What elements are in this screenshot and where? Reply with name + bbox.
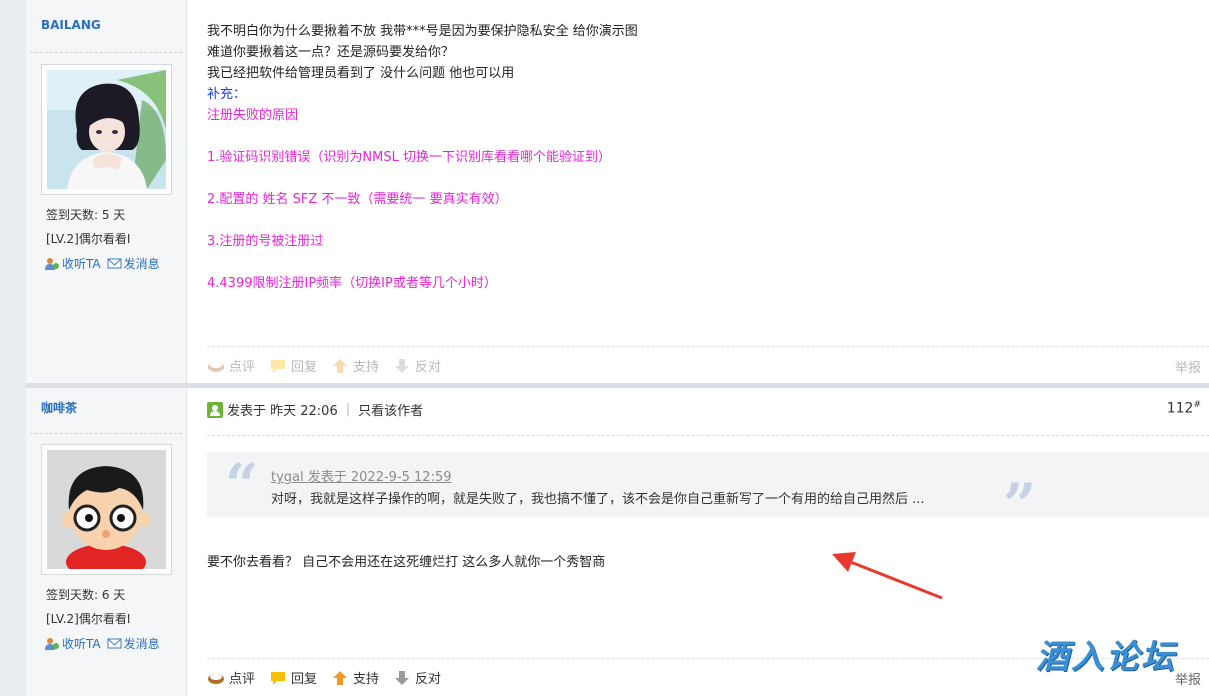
close-quote-icon: ” [1003,471,1037,539]
user-level[interactable]: [LV.2]偶尔看看I [46,610,130,627]
supplement-line: 3.注册的号被注册过 [207,234,324,249]
supplement-line: 注册失败的原因 [207,108,299,123]
thumb-down-arrow-icon [395,358,410,373]
signin-days: 签到天数: 6 天 [46,588,126,602]
follow-button[interactable]: 收听TA [45,635,101,652]
post-body: 要不你去看看？ 自己不会用还在这死缠烂打 这么多人就你一个秀智商 [207,555,606,570]
reply-icon [271,359,286,373]
mail-icon [107,258,122,269]
post-text-line: 我已经把软件给管理员看到了 没什么问题 他也可以用 [207,66,515,81]
post-text-line: 难道你要揪着这一点？还是源码要发给你？ [207,45,455,60]
sidebar-divider [30,52,182,53]
quote-block: “ tygal 发表于 2022-9-5 12:59 对呀，我就是这样子操作的啊… [207,451,1209,534]
author-name[interactable]: 咖啡茶 [41,399,77,416]
post-author-icon [207,401,223,418]
send-message-button[interactable]: 发消息 [107,255,160,272]
report-link[interactable]: 举报 [1175,669,1201,688]
only-author-link[interactable]: 只看该作者 [358,400,423,419]
sidebar-divider [30,433,182,434]
author-actions: 收听TA 发消息 [45,635,160,652]
post-footer: 点评 回复 支持 反对 [207,356,1209,375]
post-bailang: BAILANG 签到天数: 5 天 [LV.2]偶尔看看I 收听TA 发消息 我… [26,0,1209,383]
mail-icon [107,638,122,649]
send-message-button[interactable]: 发消息 [107,635,160,652]
thumb-up-arrow-icon [333,670,348,685]
supplement-line: 1.验证码识别错误（识别为NMSL 切换一下识别库看看哪个能验证到） [207,150,611,165]
reply-icon [271,671,286,685]
footer-divider [207,346,1209,347]
comment-button[interactable]: 点评 [207,668,255,687]
comment-icon [208,361,224,372]
post-text-line: 我不明白你为什么要揪着不放 我带***号是因为要保护隐私安全 给你演示图 [207,24,638,39]
user-level[interactable]: [LV.2]偶尔看看I [46,230,130,247]
avatar-image [47,450,166,569]
quote-author-link[interactable]: tygal 发表于 2022-9-5 12:59 [271,466,452,485]
reply-button[interactable]: 回复 [269,356,317,375]
annotation-arrow [832,552,943,600]
author-actions: 收听TA 发消息 [45,255,160,272]
avatar[interactable] [41,64,172,195]
quote-text: 对呀，我就是这样子操作的啊，就是失败了，我也搞不懂了，该不会是你自己重新写了一个… [271,492,925,507]
comment-icon [208,673,224,684]
post-content: 我不明白你为什么要揪着不放 我带***号是因为要保护隐私安全 给你演示图 难道你… [207,0,1209,383]
post-header: 发表于 昨天 22:06 | 只看该作者 [207,400,423,419]
reply-button[interactable]: 回复 [269,668,317,687]
supplement-label: 补充： [207,87,247,102]
floor-number[interactable]: 112# [1167,400,1201,417]
supplement-line: 2.配置的 姓名 SFZ 不一致（需要统一 要真实有效） [207,192,508,207]
oppose-button[interactable]: 反对 [393,356,441,375]
oppose-button[interactable]: 反对 [393,668,441,687]
report-link[interactable]: 举报 [1175,357,1201,376]
signin-days: 签到天数: 5 天 [46,208,126,222]
thumb-up-arrow-icon [333,358,348,373]
avatar[interactable] [41,444,172,575]
header-divider [207,435,1209,436]
comment-button[interactable]: 点评 [207,356,255,375]
thumb-down-arrow-icon [395,670,410,685]
author-sidebar: 咖啡茶 签到天数: 6 天 [LV.2]偶尔看看I 收听TA 发消息 [26,388,187,696]
follow-button[interactable]: 收听TA [45,255,101,272]
follow-icon [45,638,59,650]
author-name[interactable]: BAILANG [41,18,101,32]
support-button[interactable]: 支持 [331,668,379,687]
posted-time: 发表于 昨天 22:06 [227,404,338,419]
post-kafeicha: 咖啡茶 签到天数: 6 天 [LV.2]偶尔看看I 收听TA 发消息 发表于 昨… [26,388,1209,696]
avatar-image [47,70,166,189]
follow-icon [45,258,59,270]
support-button[interactable]: 支持 [331,356,379,375]
header-pipe: | [345,402,351,417]
supplement-line: 4.4399限制注册IP频率（切换IP或者等几个小时） [207,276,497,291]
author-sidebar: BAILANG 签到天数: 5 天 [LV.2]偶尔看看I 收听TA 发消息 [26,0,187,383]
open-quote-icon: “ [225,451,259,519]
forum-watermark-logo: 酒入论坛 [1036,637,1176,676]
